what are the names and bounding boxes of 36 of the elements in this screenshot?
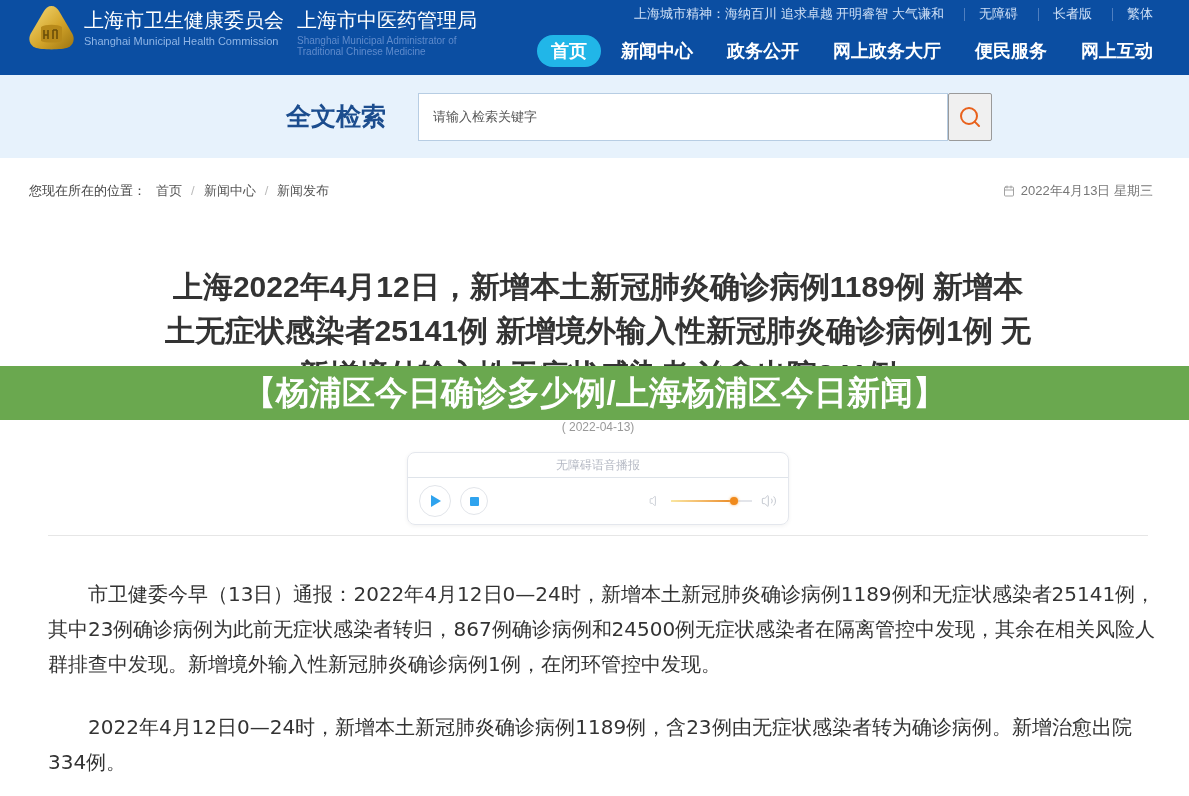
search-button[interactable] [948,92,992,141]
breadcrumb-link[interactable]: 首页 [156,181,182,201]
volume-slider[interactable] [671,497,752,505]
article-paragraph: 2022年4月12日0—24时，新增本土新冠肺炎确诊病例1189例，含23例由无症状感染者转为确诊病例。新增治愈出院334例。 [48,714,1133,776]
breadcrumb-separator: / [264,182,269,200]
breadcrumb-label: 您现在所在的位置： [29,182,146,200]
header-link[interactable]: 长者版 [1053,6,1092,22]
city-motto: 上海城市精神：海纳百川 追求卓越 开明睿智 大气谦和 [634,6,944,22]
bureau-name: 上海市中医药管理局 [297,8,478,32]
player-title: 无障碍语音播报 [556,457,640,474]
speaker-loud-icon[interactable] [761,493,777,509]
search-title: 全文检索 [286,100,386,132]
header-link[interactable]: 无障碍 [979,6,1018,22]
nav-tab[interactable]: 网上政务大厅 [819,35,955,67]
publish-date: 2022年4月13日 星期三 [1020,182,1153,200]
search-input[interactable]: 请输入检索关键字 [418,92,948,141]
breadcrumb-separator: / [191,182,195,200]
breadcrumb-link[interactable]: 新闻中心 [203,181,256,201]
calendar-icon [1002,185,1015,197]
stop-icon [469,496,479,506]
nav-tab[interactable]: 新闻中心 [607,35,707,67]
header-link[interactable]: 繁体 [1127,6,1153,22]
agency-name-english: Shanghai Municipal Health Commission [84,34,280,48]
play-icon [431,495,441,507]
banner-text: 【杨浦区今日确诊多少例/上海杨浦区今日新闻】 [243,373,946,414]
nav-tab[interactable]: 便民服务 [961,35,1061,67]
article-date: ( 2022-04-13) [560,420,636,434]
bureau-name-english: Shanghai Municipal Administrator of Traditional Chinese Medicine [297,35,458,57]
search-icon [958,104,982,129]
volume-thumb[interactable] [730,497,739,505]
nav-tab[interactable]: 网上互动 [1067,35,1167,67]
agency-name: 上海市卫生健康委员会 [84,8,284,32]
nav-tab[interactable]: 政务公开 [713,35,813,67]
article-paragraph: 市卫健委今早（13日）通报：2022年4月12日0—24时，新增本土新冠肺炎确诊病例1189例和无症状感染者25141例，其中23例确诊病例为此前无症状感染者转归，867例确诊病例和24500例无症状感染者在隔离管控中发现，其余在相关风险人群排查中发现。新增境外输入性新冠肺炎确诊病例1例，在闭环管控中发现。 [48,581,1156,678]
emblem-icon [28,5,75,50]
breadcrumb-link[interactable]: 新闻发布 [277,181,330,201]
